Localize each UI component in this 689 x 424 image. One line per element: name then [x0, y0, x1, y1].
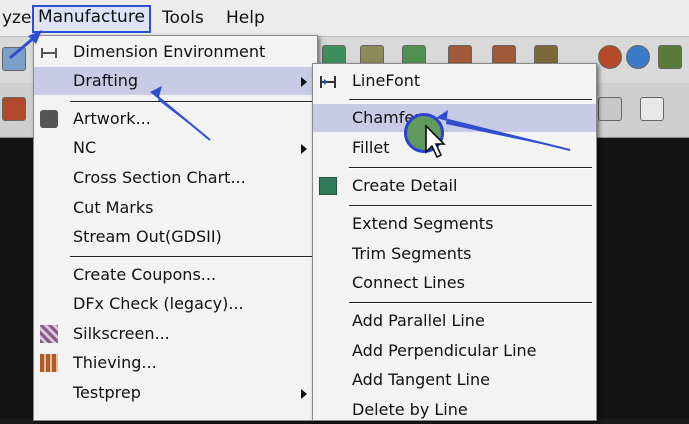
mouse-pointer-icon: [425, 124, 446, 159]
annotation-arrow: [150, 86, 211, 141]
annotation-arrow: [436, 110, 571, 151]
annotation-overlay: [9, 30, 571, 159]
annotation-arrow: [9, 30, 42, 60]
